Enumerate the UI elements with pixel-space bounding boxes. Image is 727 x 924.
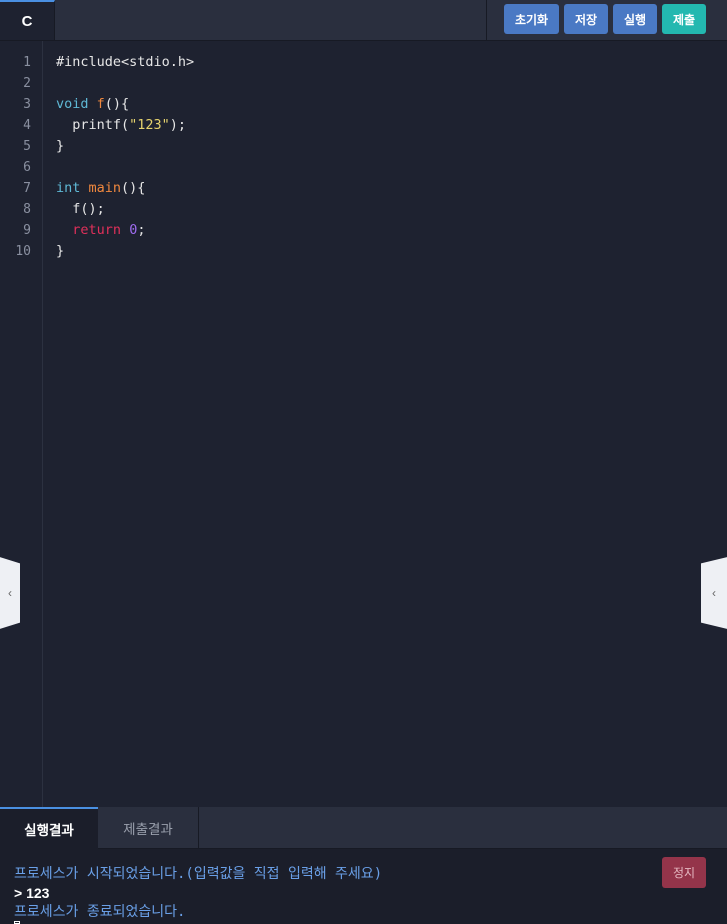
preprocessor-directive: #include<stdio.h> bbox=[56, 54, 195, 70]
function-name-token: f bbox=[96, 96, 105, 112]
line-number: 10 bbox=[15, 244, 31, 259]
line-number: 4 bbox=[23, 118, 31, 133]
code-editor[interactable]: 1 2 3 4 5 6 7 8 9 10 #include<stdio.h> v… bbox=[0, 41, 727, 807]
chevron-left-icon: ‹ bbox=[8, 586, 12, 600]
process-ended-message: 프로세스가 종료되었습니다. bbox=[14, 904, 186, 920]
line-number: 3 bbox=[23, 97, 31, 112]
code-area[interactable]: #include<stdio.h> void f(){ printf("123"… bbox=[56, 52, 194, 262]
line-number: 9 bbox=[23, 223, 31, 238]
line-number: 5 bbox=[23, 139, 31, 154]
return-keyword-token: return bbox=[72, 222, 122, 238]
process-started-message: 프로세스가 시작되었습니다.(입력값을 직접 입력해 주세요) bbox=[14, 866, 383, 882]
line-number: 8 bbox=[23, 202, 31, 217]
string-token: "123" bbox=[129, 117, 170, 133]
output-console: 실행결과 제출결과 정지 프로세스가 시작되었습니다.(입력값을 직접 입력해 … bbox=[0, 807, 727, 924]
code-line[interactable]: } bbox=[56, 241, 194, 262]
code-token: (){ bbox=[121, 180, 146, 196]
code-line[interactable]: } bbox=[56, 136, 194, 157]
toolbar: 초기화 저장 실행 제출 bbox=[486, 0, 727, 40]
code-token: ); bbox=[169, 117, 187, 133]
line-number-gutter: 1 2 3 4 5 6 7 8 9 10 bbox=[0, 41, 43, 807]
keyword-token: int bbox=[56, 180, 81, 196]
code-line[interactable]: printf("123"); bbox=[56, 115, 194, 136]
console-tabs: 실행결과 제출결과 bbox=[0, 807, 727, 849]
left-panel-toggle[interactable]: ‹ bbox=[0, 557, 20, 629]
code-line[interactable] bbox=[56, 73, 194, 94]
top-bar: C 초기화 저장 실행 제출 bbox=[0, 0, 727, 41]
save-button[interactable]: 저장 bbox=[564, 4, 608, 34]
code-line[interactable]: #include<stdio.h> bbox=[56, 52, 194, 73]
language-tab[interactable]: C bbox=[0, 0, 55, 40]
code-line[interactable]: return 0; bbox=[56, 220, 194, 241]
code-token: (){ bbox=[104, 96, 130, 112]
tab-run-result[interactable]: 실행결과 bbox=[0, 807, 98, 849]
program-output: > 123 bbox=[14, 885, 50, 901]
tab-submit-result[interactable]: 제출결과 bbox=[98, 807, 199, 849]
run-button[interactable]: 실행 bbox=[613, 4, 657, 34]
code-token: } bbox=[56, 243, 65, 259]
submit-button[interactable]: 제출 bbox=[662, 4, 706, 34]
code-line[interactable] bbox=[56, 157, 194, 178]
line-number: 6 bbox=[23, 160, 31, 175]
code-line[interactable]: f(); bbox=[56, 199, 194, 220]
console-output: 프로세스가 시작되었습니다.(입력값을 직접 입력해 주세요) > 123 프로… bbox=[14, 865, 382, 922]
line-number: 1 bbox=[23, 55, 31, 70]
line-number: 2 bbox=[23, 76, 31, 91]
code-token: f(); bbox=[56, 201, 105, 217]
reset-button[interactable]: 초기화 bbox=[504, 4, 559, 34]
chevron-left-icon: ‹ bbox=[712, 586, 716, 600]
right-panel-toggle[interactable]: ‹ bbox=[701, 557, 727, 629]
stop-button[interactable]: 정지 bbox=[662, 857, 706, 888]
line-number: 7 bbox=[23, 181, 31, 196]
code-line[interactable]: void f(){ bbox=[56, 94, 194, 115]
code-token: } bbox=[56, 138, 65, 154]
code-token: ; bbox=[137, 222, 146, 238]
function-name-token: main bbox=[88, 180, 122, 196]
keyword-token: void bbox=[56, 96, 89, 112]
code-line[interactable]: int main(){ bbox=[56, 178, 194, 199]
code-token: printf( bbox=[56, 117, 130, 133]
